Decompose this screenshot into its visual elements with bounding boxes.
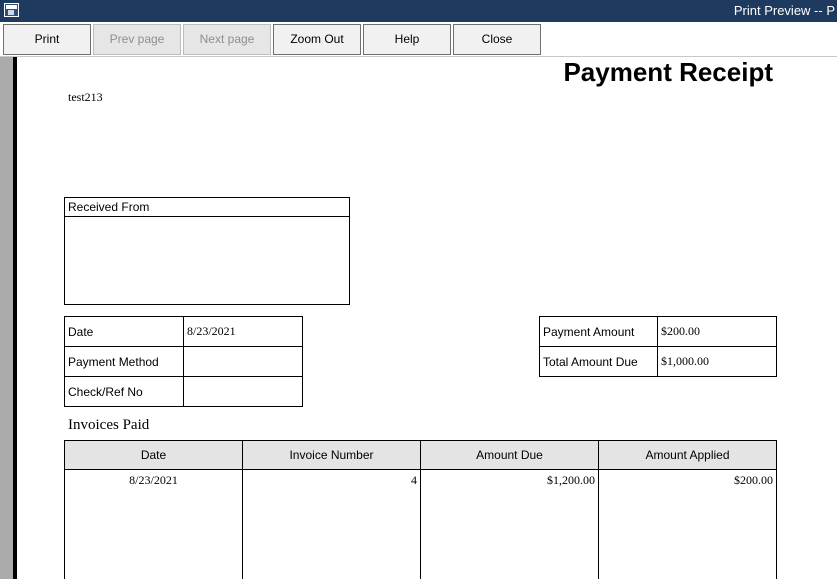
payment-details-table: Date 8/23/2021 Payment Method Check/Ref …: [64, 316, 303, 407]
check-ref-value: [183, 376, 303, 407]
column-header-invoice-number: Invoice Number: [242, 440, 421, 470]
invoices-header-row: Date Invoice Number Amount Due Amount Ap…: [64, 440, 777, 470]
page-title: Payment Receipt: [563, 57, 773, 87]
app-icon[interactable]: [4, 3, 19, 17]
close-button[interactable]: Close: [453, 24, 541, 55]
print-button[interactable]: Print: [3, 24, 91, 55]
received-from-label: Received From: [65, 198, 349, 217]
invoices-paid-title: Invoices Paid: [68, 417, 150, 433]
column-header-amount-applied: Amount Applied: [598, 440, 777, 470]
invoice-date-cell: 8/23/2021: [64, 469, 243, 579]
invoices-table: Date Invoice Number Amount Due Amount Ap…: [64, 440, 777, 579]
toolbar: Print Prev page Next page Zoom Out Help …: [0, 22, 837, 57]
total-due-label: Total Amount Due: [539, 346, 658, 377]
help-button[interactable]: Help: [363, 24, 451, 55]
receipt-page: Payment Receipt test213 Received From Da…: [13, 57, 837, 579]
date-row: Date 8/23/2021: [64, 316, 303, 347]
prev-page-button[interactable]: Prev page: [93, 24, 181, 55]
check-ref-label: Check/Ref No: [64, 376, 184, 407]
amount-applied-cell: $200.00: [598, 469, 777, 579]
invoice-number-cell: 4: [242, 469, 421, 579]
payment-method-row: Payment Method: [64, 346, 303, 377]
payment-amount-label: Payment Amount: [539, 316, 658, 347]
date-label: Date: [64, 316, 184, 347]
payment-amount-row: Payment Amount $200.00: [539, 316, 777, 347]
preview-area[interactable]: Payment Receipt test213 Received From Da…: [0, 57, 837, 579]
window-title: Print Preview -- P: [733, 3, 835, 18]
next-page-button[interactable]: Next page: [183, 24, 271, 55]
table-row: 8/23/2021 4 $1,200.00 $200.00: [64, 469, 777, 579]
zoom-out-button[interactable]: Zoom Out: [273, 24, 361, 55]
column-header-date: Date: [64, 440, 243, 470]
total-due-value: $1,000.00: [657, 346, 777, 377]
received-from-box: Received From: [64, 197, 350, 305]
title-bar: Print Preview -- P: [0, 0, 837, 22]
check-ref-row: Check/Ref No: [64, 376, 303, 407]
date-value: 8/23/2021: [183, 316, 303, 347]
amount-summary-table: Payment Amount $200.00 Total Amount Due …: [539, 316, 777, 377]
company-name: test213: [68, 90, 103, 104]
payment-amount-value: $200.00: [657, 316, 777, 347]
payment-method-value: [183, 346, 303, 377]
total-due-row: Total Amount Due $1,000.00: [539, 346, 777, 377]
amount-due-cell: $1,200.00: [420, 469, 599, 579]
payment-method-label: Payment Method: [64, 346, 184, 377]
column-header-amount-due: Amount Due: [420, 440, 599, 470]
